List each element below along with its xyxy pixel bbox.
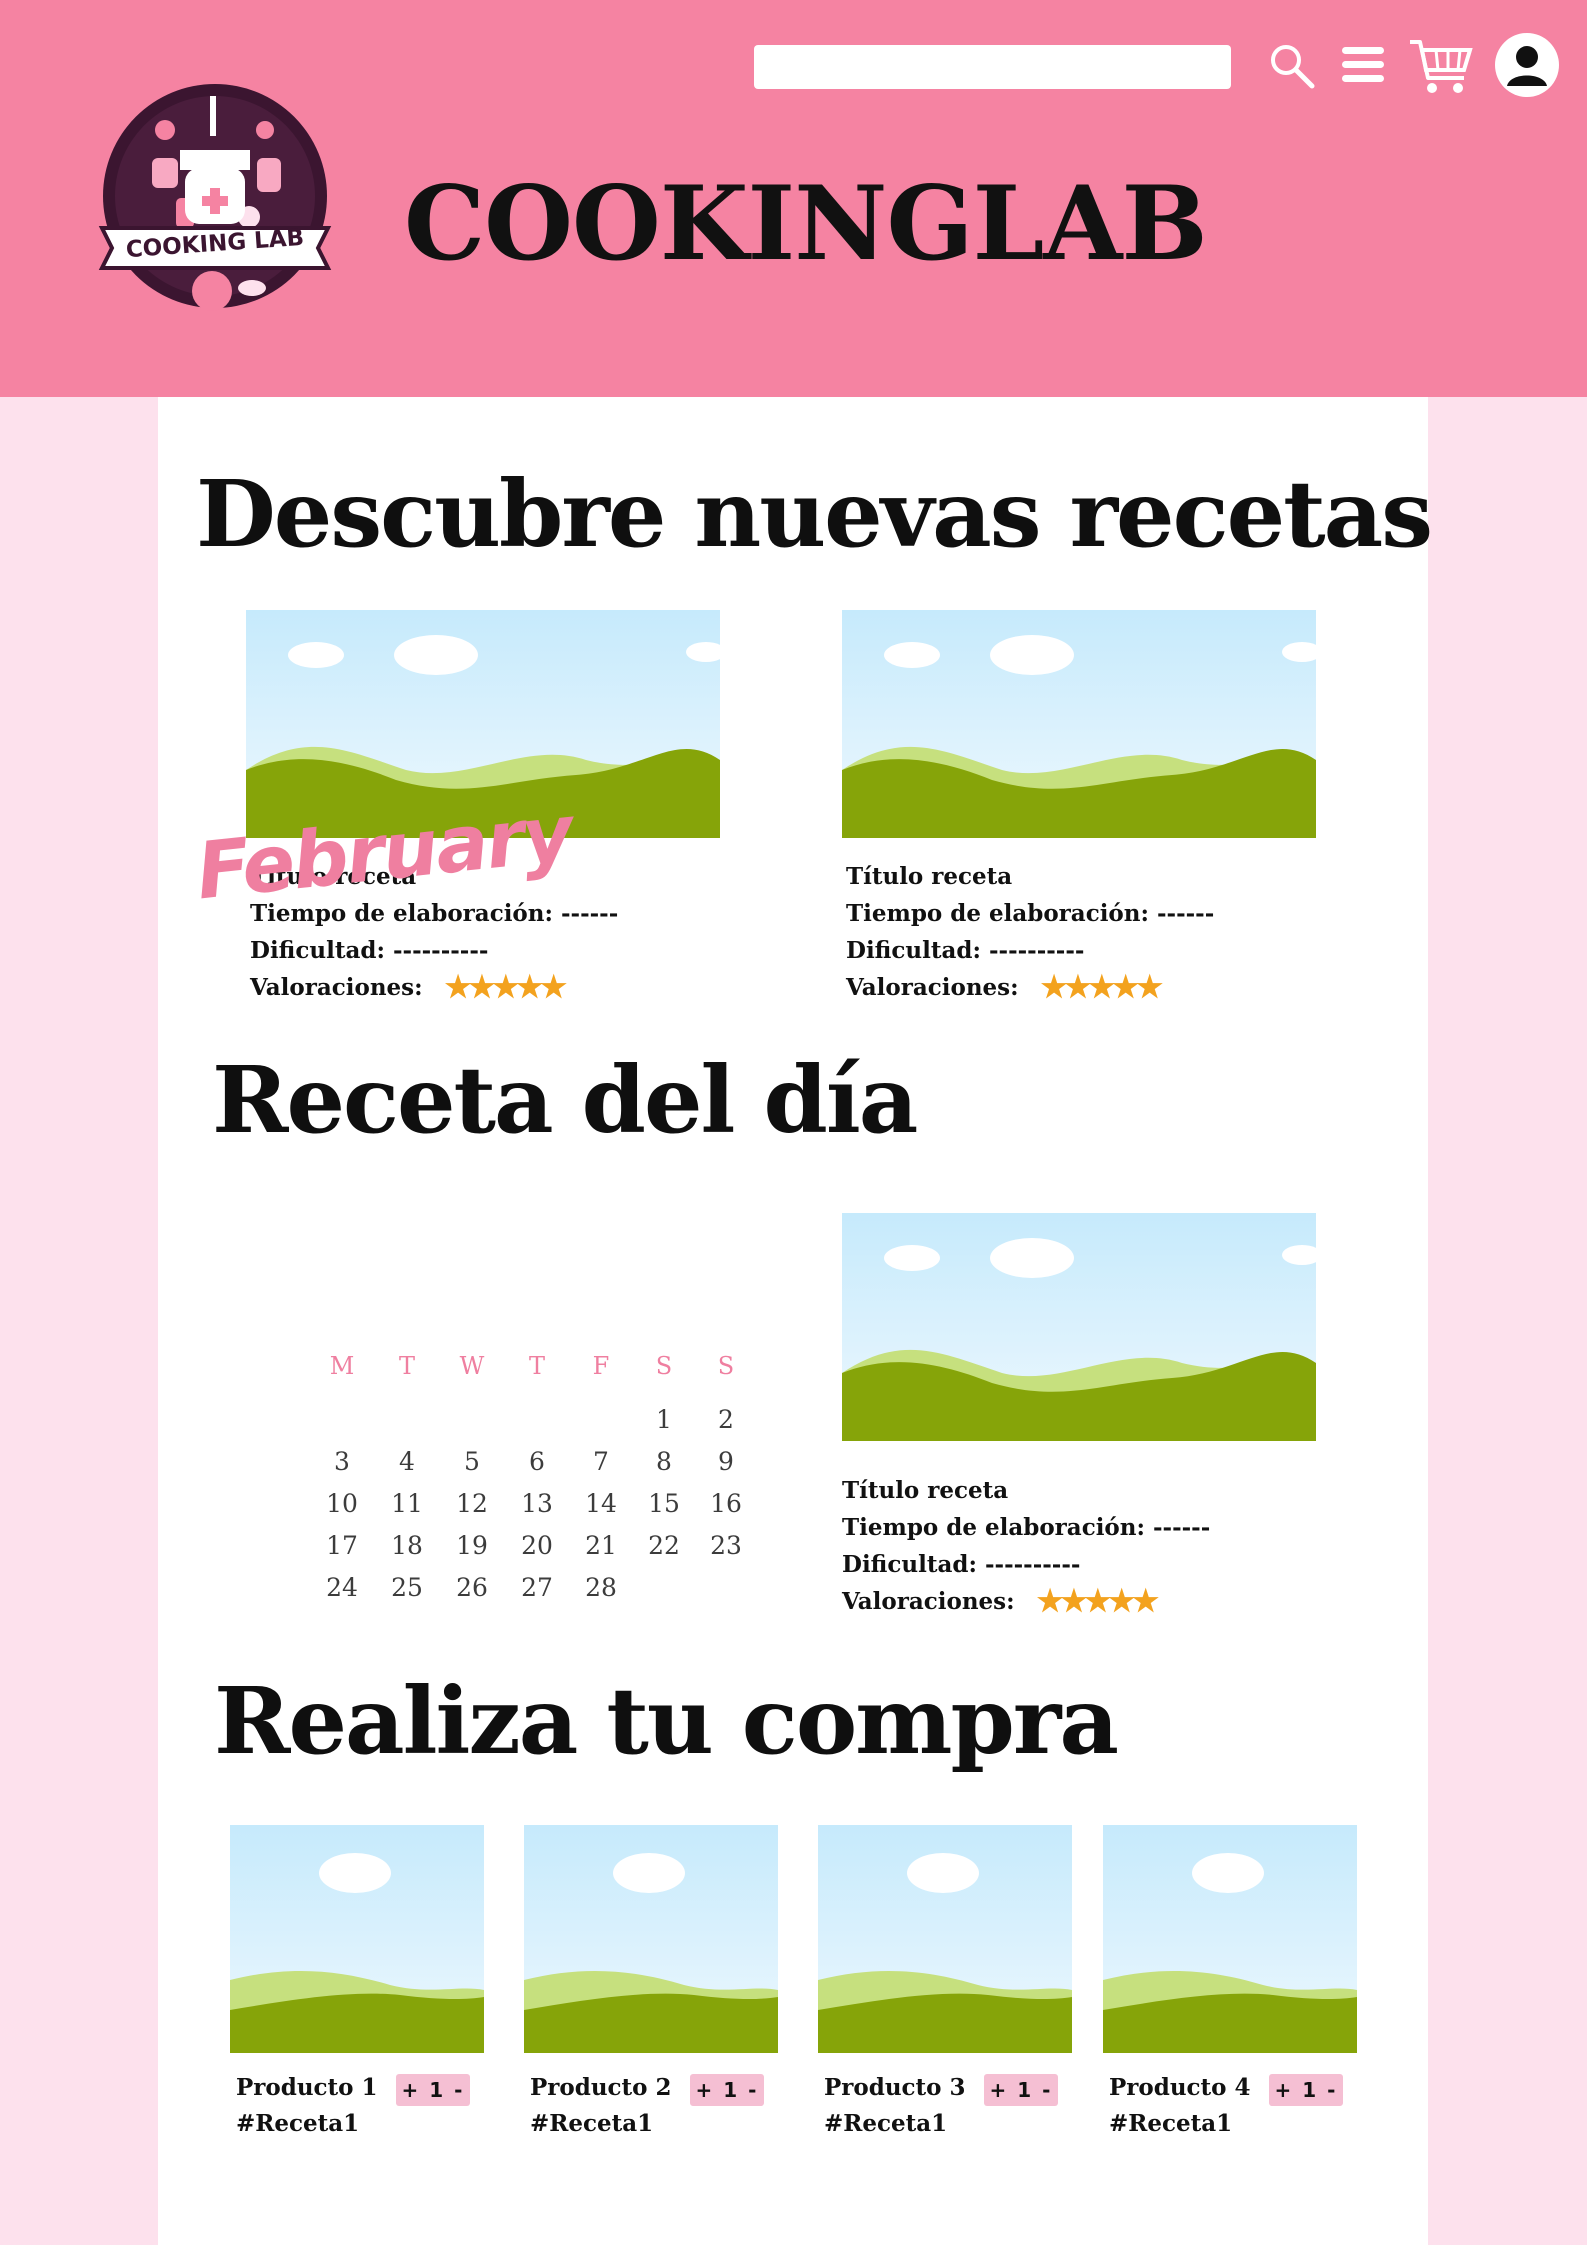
- calendar-day[interactable]: 11: [382, 1489, 432, 1518]
- daily-recipe-info: Título receta Tiempo de elaboración: ---…: [842, 1472, 1210, 1620]
- recipe-difficulty: Dificultad: ----------: [842, 1551, 1081, 1578]
- quantity-stepper[interactable]: + 1 -: [396, 2074, 470, 2106]
- section-title-discover: Descubre nuevas recetas: [196, 460, 1433, 568]
- section-title-daily: Receta del día: [212, 1046, 918, 1154]
- calendar-day[interactable]: 14: [576, 1489, 626, 1518]
- rating-stars[interactable]: ★★★★★: [1041, 970, 1163, 1005]
- calendar-day[interactable]: 1: [639, 1405, 689, 1434]
- calendar-day[interactable]: 28: [576, 1573, 626, 1602]
- calendar-weekday: S: [655, 1352, 673, 1380]
- site-header: COOKING LAB COOKINGLAB: [0, 0, 1587, 397]
- calendar-day[interactable]: 13: [512, 1489, 562, 1518]
- menu-icon[interactable]: [1340, 42, 1386, 88]
- calendar-day[interactable]: 4: [382, 1447, 432, 1476]
- calendar-day[interactable]: 26: [447, 1573, 497, 1602]
- ratings-label: Valoraciones:: [250, 974, 423, 1001]
- calendar-day[interactable]: 24: [317, 1573, 367, 1602]
- calendar-day[interactable]: 2: [701, 1405, 751, 1434]
- product-tag[interactable]: #Receta1: [236, 2110, 359, 2137]
- rating-stars[interactable]: ★★★★★: [445, 970, 567, 1005]
- product-tag[interactable]: #Receta1: [530, 2110, 653, 2137]
- product-image[interactable]: [818, 1825, 1072, 2053]
- ratings-label: Valoraciones:: [846, 974, 1019, 1001]
- product-image[interactable]: [1103, 1825, 1357, 2053]
- recipe-time: Tiempo de elaboración: ------: [846, 900, 1215, 927]
- calendar-weekday: S: [717, 1352, 735, 1380]
- quantity-stepper[interactable]: + 1 -: [984, 2074, 1058, 2106]
- calendar-day[interactable]: 9: [701, 1447, 751, 1476]
- product-image[interactable]: [230, 1825, 484, 2053]
- calendar-day[interactable]: 22: [639, 1531, 689, 1560]
- calendar-day[interactable]: 18: [382, 1531, 432, 1560]
- product-name[interactable]: Producto 3: [824, 2074, 966, 2101]
- cooking-lab-logo: COOKING LAB: [92, 78, 338, 318]
- product-name[interactable]: Producto 4: [1109, 2074, 1251, 2101]
- calendar-day[interactable]: 21: [576, 1531, 626, 1560]
- calendar-day[interactable]: 16: [701, 1489, 751, 1518]
- recipe-image-2[interactable]: [842, 610, 1316, 838]
- calendar-day[interactable]: 8: [639, 1447, 689, 1476]
- calendar-day[interactable]: 17: [317, 1531, 367, 1560]
- quantity-stepper[interactable]: + 1 -: [1269, 2074, 1343, 2106]
- calendar-day[interactable]: 25: [382, 1573, 432, 1602]
- calendar-weekday: M: [329, 1352, 355, 1380]
- calendar-day[interactable]: 10: [317, 1489, 367, 1518]
- calendar-weekday: F: [592, 1352, 610, 1380]
- calendar-day[interactable]: 7: [576, 1447, 626, 1476]
- search-input[interactable]: [754, 45, 1231, 89]
- recipe-difficulty: Dificultad: ----------: [250, 937, 489, 964]
- product-tag[interactable]: #Receta1: [824, 2110, 947, 2137]
- recipe-title[interactable]: Título receta: [846, 858, 1214, 895]
- recipe-difficulty: Dificultad: ----------: [846, 937, 1085, 964]
- product-name[interactable]: Producto 1: [236, 2074, 378, 2101]
- calendar-day[interactable]: 23: [701, 1531, 751, 1560]
- calendar-weekday: T: [528, 1352, 545, 1380]
- section-title-shop: Realiza tu compra: [214, 1667, 1119, 1775]
- rating-stars[interactable]: ★★★★★: [1037, 1584, 1159, 1619]
- quantity-stepper[interactable]: + 1 -: [690, 2074, 764, 2106]
- recipe-time: Tiempo de elaboración: ------: [842, 1514, 1211, 1541]
- product-tag[interactable]: #Receta1: [1109, 2110, 1232, 2137]
- calendar-weekday: W: [459, 1352, 485, 1380]
- calendar-day[interactable]: 27: [512, 1573, 562, 1602]
- product-image[interactable]: [524, 1825, 778, 2053]
- calendar-day[interactable]: 6: [512, 1447, 562, 1476]
- product-name[interactable]: Producto 2: [530, 2074, 672, 2101]
- recipe-title[interactable]: Título receta: [842, 1472, 1210, 1509]
- brand-title: COOKINGLAB: [404, 164, 1208, 284]
- ratings-label: Valoraciones:: [842, 1588, 1015, 1615]
- recipe-info-2: Título receta Tiempo de elaboración: ---…: [846, 858, 1214, 1006]
- user-icon[interactable]: [1494, 32, 1560, 98]
- calendar-day[interactable]: 19: [447, 1531, 497, 1560]
- calendar-weekday: T: [398, 1352, 415, 1380]
- calendar-day[interactable]: 12: [447, 1489, 497, 1518]
- calendar-day[interactable]: 5: [447, 1447, 497, 1476]
- calendar-day[interactable]: 15: [639, 1489, 689, 1518]
- cart-icon[interactable]: [1408, 36, 1474, 98]
- daily-recipe-image[interactable]: [842, 1213, 1316, 1441]
- calendar-day[interactable]: 20: [512, 1531, 562, 1560]
- calendar-day[interactable]: 3: [317, 1447, 367, 1476]
- search-icon[interactable]: [1268, 42, 1318, 92]
